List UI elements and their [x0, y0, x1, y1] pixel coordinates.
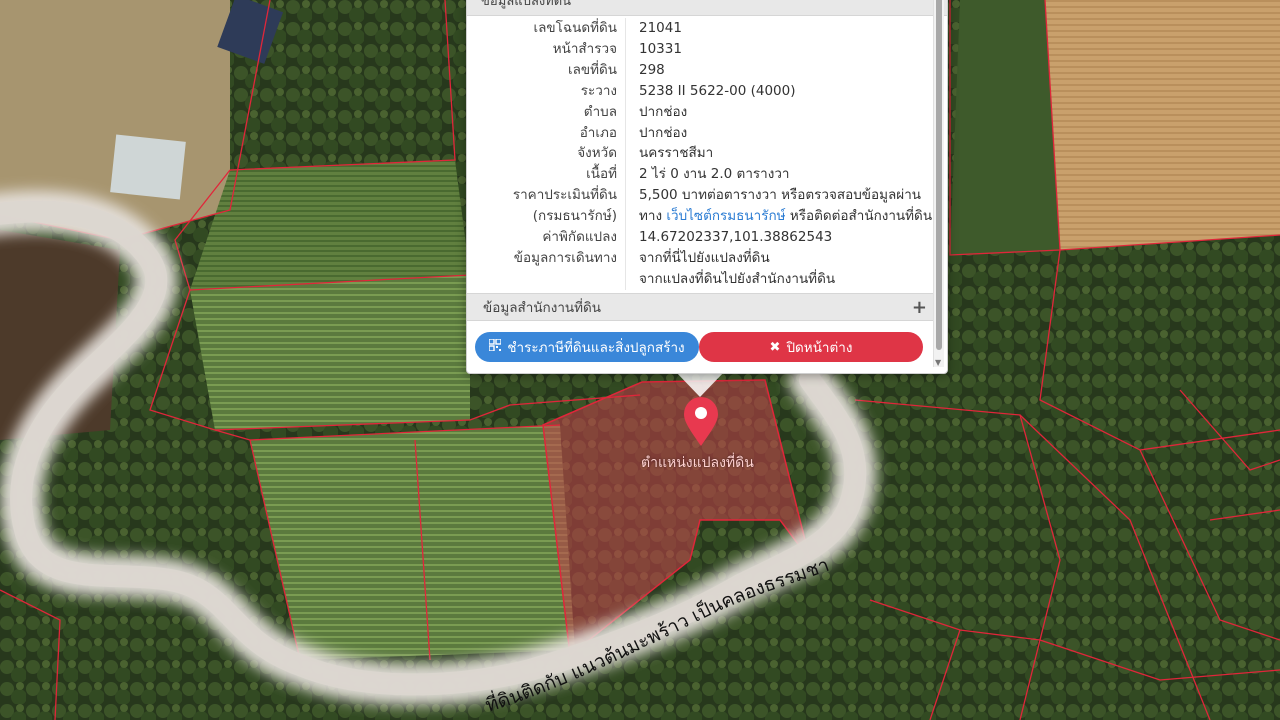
- appraisal-row: ราคาประเมินที่ดิน 5,500 บาทต่อตารางวา หร…: [467, 185, 947, 207]
- coord-row: ค่าพิกัดแปลง 14.67202337,101.38862543: [467, 227, 947, 248]
- appraisal-note: ทาง เว็บไซต์กรมธนารักษ์ หรือติดต่อสำนักง…: [626, 206, 932, 227]
- field-lower: [250, 425, 575, 660]
- parcel-section-header[interactable]: ข้อมูลแปลงที่ดิน: [467, 0, 947, 16]
- parcel-section-title: ข้อมูลแปลงที่ดิน: [481, 0, 572, 9]
- office-section-header[interactable]: ข้อมูลสำนักงานที่ดิน +: [467, 293, 933, 321]
- field-row: ตำบล ปากช่อง: [467, 101, 947, 123]
- field-value: ปากช่อง: [639, 103, 688, 120]
- travel-label-spacer: [467, 268, 626, 290]
- field-label: ตำบล: [467, 101, 626, 123]
- expand-plus-icon[interactable]: +: [912, 294, 927, 322]
- field-label: จังหวัด: [467, 143, 626, 165]
- field-label: ระวาง: [467, 80, 626, 102]
- popup-scrollbar[interactable]: ▼: [933, 0, 944, 367]
- pay-land-tax-button[interactable]: ชำระภาษีที่ดินและสิ่งปลูกสร้าง: [475, 332, 699, 362]
- field-strip: [950, 0, 1060, 255]
- field-label: หน้าสำรวจ: [467, 38, 626, 60]
- directions-to-office-link[interactable]: จากแปลงที่ดินไปยังสำนักงานที่ดิน: [626, 269, 835, 290]
- field-value: 298: [639, 61, 665, 78]
- field-label: เลขที่ดิน: [467, 59, 626, 81]
- field-row: อำเภอ ปากช่อง: [467, 122, 947, 144]
- appraisal-pre: ทาง: [639, 208, 663, 225]
- field-upper: [190, 160, 470, 290]
- travel-label: ข้อมูลการเดินทาง: [467, 247, 626, 269]
- appraisal-value: 5,500 บาทต่อตารางวา หรือตรวจสอบข้อมูลผ่า…: [639, 187, 921, 204]
- coord-label: ค่าพิกัดแปลง: [467, 227, 626, 248]
- close-window-label: ปิดหน้าต่าง: [786, 340, 853, 356]
- travel-row: ข้อมูลการเดินทาง จากที่นี่ไปยังแปลงที่ดิ…: [467, 247, 947, 269]
- field-row: เลขโฉนดที่ดิน 21041: [467, 18, 947, 39]
- scroll-down-arrow-icon[interactable]: ▼: [935, 358, 941, 367]
- field-label: เนื้อที่: [467, 164, 626, 186]
- field-middle: [190, 275, 470, 430]
- field-value: 10331: [639, 40, 682, 57]
- field-row: จังหวัด นครราชสีมา: [467, 143, 947, 165]
- pin-label: ตำแหน่งแปลงที่ดิน: [641, 455, 754, 471]
- treasury-website-link[interactable]: เว็บไซต์กรมธนารักษ์: [666, 208, 785, 224]
- field-label: เลขโฉนดที่ดิน: [467, 18, 626, 39]
- field-row: เนื้อที่ 2 ไร่ 0 งาน 2.0 ตารางวา: [467, 164, 947, 186]
- field-value: 5238 II 5622-00 (4000): [639, 82, 796, 99]
- building-roof: [110, 134, 186, 200]
- field-value: นครราชสีมา: [639, 145, 714, 162]
- directions-to-parcel-link[interactable]: จากที่นี่ไปยังแปลงที่ดิน: [626, 248, 770, 269]
- field-value: 21041: [639, 20, 682, 36]
- field-row: หน้าสำรวจ 10331: [467, 38, 947, 60]
- field-row: ระวาง 5238 II 5622-00 (4000): [467, 80, 947, 102]
- parcel-info-table: เลขโฉนดที่ดิน 21041 หน้าสำรวจ 10331 เลขท…: [467, 16, 947, 290]
- qr-code-icon: [488, 338, 503, 355]
- close-icon: ✖: [769, 339, 781, 355]
- appraisal-post: หรือติดต่อสำนักงานที่ดิน: [789, 208, 933, 225]
- dry-field: [1045, 0, 1280, 250]
- popup-pointer: [675, 371, 725, 397]
- travel-row-2: จากแปลงที่ดินไปยังสำนักงานที่ดิน: [467, 268, 947, 290]
- field-value: ปากช่อง: [639, 124, 688, 141]
- office-section-title: ข้อมูลสำนักงานที่ดิน: [483, 300, 602, 316]
- field-label: อำเภอ: [467, 122, 626, 144]
- parcel-info-popup: ข้อมูลแปลงที่ดิน เลขโฉนดที่ดิน 21041 หน้…: [466, 0, 948, 374]
- pay-land-tax-label: ชำระภาษีที่ดินและสิ่งปลูกสร้าง: [507, 340, 685, 356]
- appraisal-label: ราคาประเมินที่ดิน: [467, 185, 626, 207]
- appraisal-source: (กรมธนารักษ์): [467, 206, 626, 228]
- close-window-button[interactable]: ✖ ปิดหน้าต่าง: [699, 332, 923, 362]
- coord-link[interactable]: 14.67202337,101.38862543: [626, 227, 832, 248]
- field-value: 2 ไร่ 0 งาน 2.0 ตารางวา: [639, 166, 790, 183]
- scroll-thumb[interactable]: [936, 0, 942, 350]
- field-row: เลขที่ดิน 298: [467, 59, 947, 81]
- appraisal-row-2: (กรมธนารักษ์) ทาง เว็บไซต์กรมธนารักษ์ หร…: [467, 206, 947, 228]
